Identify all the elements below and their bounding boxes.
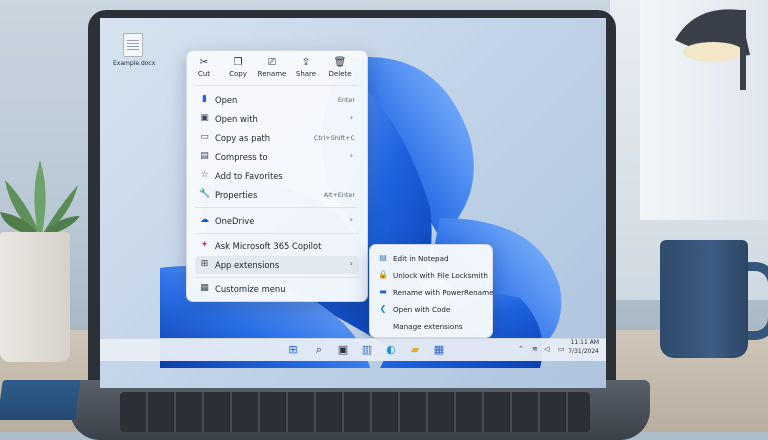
rename-button[interactable]: ⎚ Rename	[255, 57, 289, 78]
menu-item-label: Customize menu	[215, 284, 286, 294]
submenu-item-label: Edit in Notepad	[393, 254, 449, 263]
menu-item-label: Copy as path	[215, 133, 271, 143]
plant-pot	[0, 232, 70, 362]
task-view-icon[interactable]: ▣	[336, 343, 350, 357]
menu-item-label: Properties	[215, 190, 258, 200]
start-icon[interactable]: ⊞	[286, 343, 300, 357]
menu-item-onedrive[interactable]: ☁ OneDrive ›	[195, 212, 359, 230]
copy-button[interactable]: ❐ Copy	[221, 57, 255, 78]
document-icon	[123, 33, 143, 57]
submenu-item-edit-in-notepad[interactable]: ▤ Edit in Notepad	[374, 250, 488, 266]
file-explorer-icon[interactable]: ▰	[408, 343, 422, 357]
copy-icon: ❐	[233, 57, 243, 68]
customize-icon: ▦	[200, 283, 209, 293]
context-menu: ✂ Cut ❐ Copy ⎚ Rename ⇪ Share 🗑 Delete ▮…	[186, 50, 368, 302]
notebook	[0, 380, 81, 420]
chevron-right-icon: ›	[349, 113, 353, 122]
submenu-item-label: Open with Code	[393, 305, 451, 314]
menu-item-add-to-favorites[interactable]: ☆ Add to Favorites	[195, 167, 359, 185]
submenu-item-open-with-code[interactable]: ❮ Open with Code	[374, 301, 488, 317]
search-icon[interactable]: ⌕	[312, 343, 326, 357]
menu-item-label: App extensions	[215, 260, 280, 270]
menu-item-ask-copilot[interactable]: ✦ Ask Microsoft 365 Copilot	[195, 237, 359, 255]
menu-separator	[195, 85, 359, 86]
menu-item-label: Open with	[215, 114, 258, 124]
lock-icon: 🔒	[378, 270, 388, 279]
star-icon: ☆	[200, 170, 209, 180]
copilot-icon: ✦	[200, 240, 209, 250]
menu-item-shortcut: Ctrl+Shift+C	[313, 134, 355, 142]
chevron-right-icon: ›	[349, 215, 353, 224]
menu-separator	[195, 233, 359, 234]
taskbar-clock[interactable]: 11:11 AM 7/31/2024	[547, 338, 599, 356]
chevron-up-icon[interactable]: ⌃	[518, 345, 524, 353]
delete-label: Delete	[328, 70, 352, 78]
delete-button[interactable]: 🗑 Delete	[323, 57, 357, 78]
menu-separator	[195, 207, 359, 208]
menu-item-properties[interactable]: 🔧 Properties Alt+Enter	[195, 186, 359, 204]
rename-label: Rename	[257, 70, 287, 78]
cut-label: Cut	[197, 70, 211, 78]
menu-item-compress-to[interactable]: ▤ Compress to ›	[195, 148, 359, 166]
chevron-right-icon: ›	[349, 151, 353, 160]
edge-browser-icon[interactable]: ◐	[384, 343, 398, 357]
menu-item-customize-menu[interactable]: ▦ Customize menu	[195, 280, 359, 298]
clock-date: 7/31/2024	[568, 348, 599, 355]
open-with-icon: ▣	[200, 113, 209, 123]
laptop-keyboard	[120, 392, 590, 432]
menu-item-label: Ask Microsoft 365 Copilot	[215, 241, 322, 251]
archive-icon: ▤	[200, 151, 209, 161]
trash-icon: 🗑	[333, 57, 347, 68]
menu-item-open-with[interactable]: ▣ Open with ›	[195, 110, 359, 128]
submenu-item-powerrename[interactable]: ▬ Rename with PowerRename	[374, 284, 493, 300]
menu-item-open[interactable]: ▮ Open Enter	[195, 91, 359, 109]
vscode-icon: ❮	[379, 304, 387, 313]
submenu-item-label: Rename with PowerRename	[393, 288, 494, 297]
cloud-icon: ☁	[200, 215, 209, 225]
cut-button[interactable]: ✂ Cut	[187, 57, 221, 78]
widgets-icon[interactable]: ▥	[360, 343, 374, 357]
notepad-icon: ▤	[379, 253, 387, 262]
submenu-item-label: Unlock with File Locksmith	[393, 271, 488, 280]
submenu-item-manage-extensions[interactable]: Manage extensions	[374, 318, 488, 334]
chevron-right-icon: ›	[349, 259, 353, 268]
menu-separator	[195, 277, 359, 278]
path-icon: ▭	[200, 132, 209, 142]
copy-label: Copy	[229, 70, 247, 78]
share-icon: ⇪	[301, 57, 311, 68]
open-icon: ▮	[202, 94, 207, 104]
succulent-plant-illustration	[0, 160, 80, 236]
share-label: Share	[295, 70, 317, 78]
wifi-icon[interactable]: ≋	[532, 345, 538, 353]
clock-time: 11:11 AM	[570, 339, 599, 346]
menu-item-copy-as-path[interactable]: ▭ Copy as path Ctrl+Shift+C	[195, 129, 359, 147]
extensions-icon: ⊞	[200, 259, 209, 269]
menu-item-shortcut: Alt+Enter	[323, 191, 355, 199]
desktop-file-icon[interactable]: Example.docx	[113, 33, 156, 67]
submenu-item-file-locksmith[interactable]: 🔒 Unlock with File Locksmith	[374, 267, 488, 283]
desktop-file-label: Example.docx	[113, 60, 156, 67]
submenu-item-label: Manage extensions	[393, 322, 463, 331]
menu-item-label: Compress to	[215, 152, 268, 162]
scissors-icon: ✂	[199, 57, 209, 68]
coffee-mug	[660, 240, 748, 358]
wrench-icon: 🔧	[199, 189, 211, 199]
menu-item-shortcut: Enter	[337, 96, 355, 104]
menu-item-label: Add to Favorites	[215, 171, 283, 181]
app-extensions-submenu: ▤ Edit in Notepad 🔒 Unlock with File Loc…	[369, 244, 494, 338]
taskbar: ⊞ ⌕ ▣ ▥ ◐ ▰ ▦ ⌃ ≋ ◁ ▭	[100, 338, 606, 361]
share-button[interactable]: ⇪ Share	[289, 57, 323, 78]
store-icon[interactable]: ▦	[432, 343, 446, 357]
menu-item-label: OneDrive	[215, 216, 255, 226]
desk-lamp-illustration	[675, 9, 750, 90]
menu-item-label: Open	[215, 95, 238, 105]
rename-icon: ⎚	[268, 57, 276, 68]
menu-item-app-extensions[interactable]: ⊞ App extensions ›	[195, 256, 359, 274]
powerrename-icon: ▬	[379, 287, 387, 296]
